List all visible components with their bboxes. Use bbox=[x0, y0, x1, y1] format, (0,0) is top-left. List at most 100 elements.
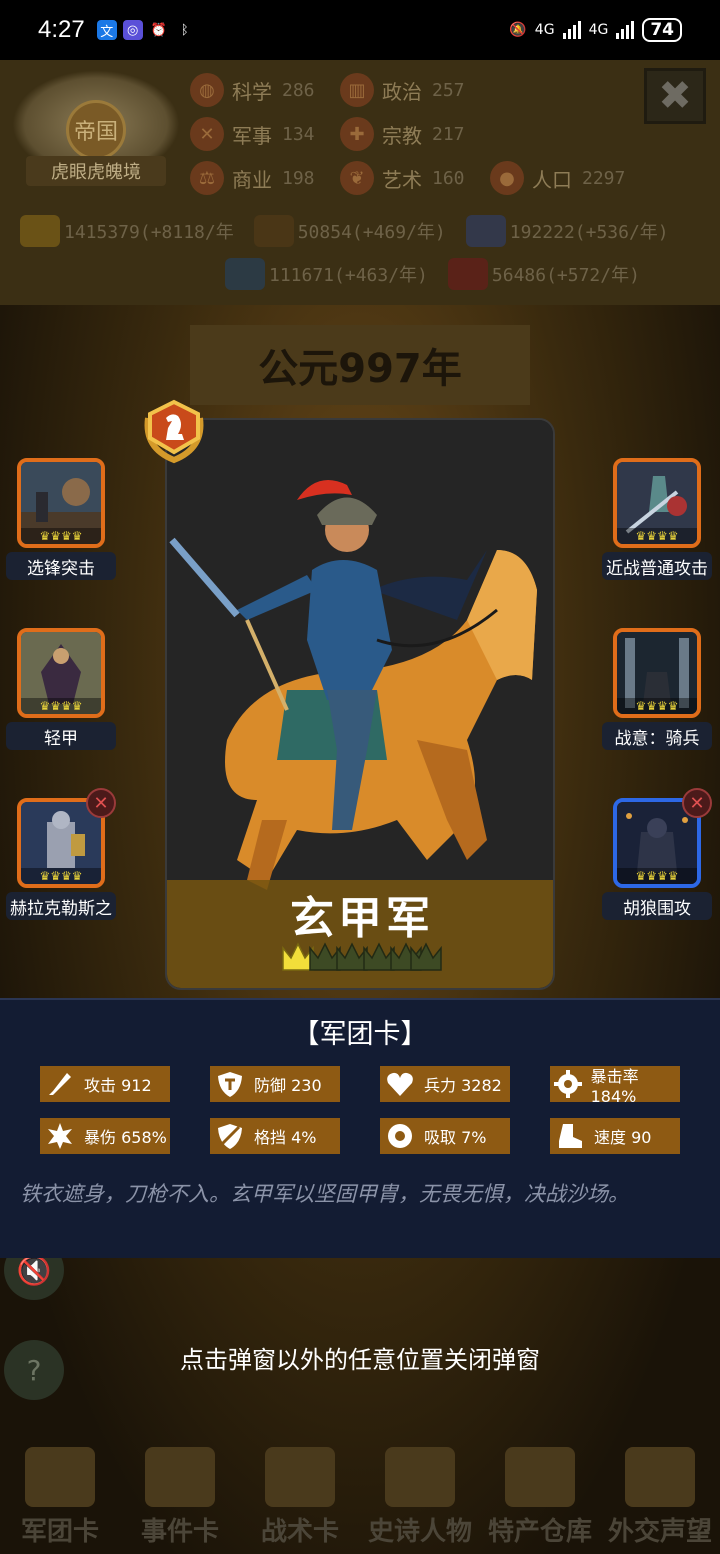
close-icon: ✕ bbox=[93, 792, 109, 814]
close-icon: ✖ bbox=[658, 73, 692, 119]
attr-defense: 防御 230 bbox=[210, 1066, 340, 1102]
battery-icon: 74 bbox=[642, 18, 682, 42]
remove-skill-button[interactable]: ✕ bbox=[682, 788, 712, 818]
app-icon: ◎ bbox=[122, 20, 143, 40]
translate-icon: 文 bbox=[96, 20, 117, 40]
attr-troops: 兵力 3282 bbox=[380, 1066, 510, 1102]
remove-skill-button[interactable]: ✕ bbox=[86, 788, 116, 818]
envelope-icon bbox=[625, 1447, 695, 1507]
planet-icon: ◍ bbox=[190, 73, 224, 107]
stat-religion: ✚ 宗教 217 bbox=[340, 117, 490, 151]
alarm-icon: ⏰ bbox=[150, 22, 167, 38]
chest-icon bbox=[505, 1447, 575, 1507]
helmet-icon bbox=[25, 1447, 95, 1507]
knight-chess-icon bbox=[144, 399, 204, 464]
close-button[interactable]: ✖ bbox=[644, 68, 706, 124]
crown-rating: ♛♛♛♛ bbox=[617, 528, 697, 544]
year-banner: 公元997年 bbox=[190, 325, 530, 405]
card-type-title: 【军团卡】 bbox=[292, 1019, 428, 1050]
skill-slot-right-1[interactable]: ♛♛♛♛ 近战普通攻击 bbox=[602, 458, 712, 580]
skill-label: 轻甲 bbox=[6, 722, 116, 750]
skill-label: 近战普通攻击 bbox=[602, 552, 712, 580]
close-icon: ✕ bbox=[689, 792, 705, 814]
crown-rating: ♛♛♛♛ bbox=[21, 868, 101, 884]
attr-attack: 攻击 912 bbox=[40, 1066, 170, 1102]
bottom-tab-bar: 军团卡 事件卡 战术卡 史诗人物 特产仓库 外交声望 bbox=[0, 1430, 720, 1554]
skill-slot-left-2[interactable]: ♛♛♛♛ 轻甲 bbox=[6, 628, 116, 750]
skill-slot-right-2[interactable]: ♛♛♛♛ 战意：骑兵 bbox=[602, 628, 712, 750]
tab-specialty-warehouse[interactable]: 特产仓库 bbox=[485, 1447, 595, 1548]
resource-meat: 56486(+572/年) bbox=[447, 258, 640, 290]
resource-gold: 1415379(+8118/年 bbox=[20, 215, 234, 247]
card-name: 玄甲军 bbox=[290, 893, 434, 944]
notification-icons: 文 ◎ ⏰ ᛒ bbox=[96, 20, 195, 40]
top-stats-bar: 帝国 虎眼虎魄境 ◍ 科学 286 ▥ 政治 257 ✕ 军事 134 ✚ 宗教 217 ⚖ 商业… bbox=[0, 60, 720, 305]
status-bar: 4:27 文 ◎ ⏰ ᛒ 🔕 4G 4G 74 bbox=[0, 0, 720, 60]
network-2-label: 4G bbox=[588, 22, 609, 38]
tab-tactic-cards[interactable]: 战术卡 bbox=[245, 1447, 355, 1548]
capitol-icon: ▥ bbox=[340, 73, 374, 107]
system-icons: 🔕 4G 4G 74 bbox=[509, 18, 682, 42]
skill-label: 胡狼围攻 bbox=[602, 892, 712, 920]
crown-rating: ♛♛♛♛ bbox=[617, 698, 697, 714]
close-popup-hint: 点击弹窗以外的任意位置关闭弹窗 bbox=[180, 1346, 540, 1374]
stat-science: ◍ 科学 286 bbox=[190, 73, 340, 107]
compass-icon bbox=[265, 1447, 335, 1507]
tab-event-cards[interactable]: 事件卡 bbox=[125, 1447, 235, 1548]
resource-row-2: 111671(+463/年) 56486(+572/年) bbox=[225, 258, 640, 290]
stat-art: ❦ 艺术 160 bbox=[340, 161, 490, 195]
attr-drain: 吸取 7% bbox=[380, 1118, 510, 1154]
tab-epic-figures[interactable]: 史诗人物 bbox=[365, 1447, 475, 1548]
mute-icon: 🔕 bbox=[509, 22, 527, 38]
realm-status: 虎眼虎魄境 bbox=[26, 156, 166, 186]
boot-icon bbox=[552, 1118, 588, 1154]
stats-grid: ◍ 科学 286 ▥ 政治 257 ✕ 军事 134 ✚ 宗教 217 ⚖ 商业 198 ❦ 艺术 16… bbox=[190, 68, 650, 200]
heart-icon bbox=[382, 1066, 418, 1102]
resource-wood: 50854(+469/年) bbox=[253, 215, 446, 247]
emblem-shield: 帝国 bbox=[66, 100, 126, 160]
burst-icon bbox=[42, 1118, 78, 1154]
shield-icon bbox=[212, 1066, 248, 1102]
block-icon bbox=[212, 1118, 248, 1154]
attr-block: 格挡 4% bbox=[210, 1118, 340, 1154]
skill-slot-right-3[interactable]: ♛♛♛♛ 胡狼围攻 ✕ bbox=[602, 788, 712, 920]
crit-icon bbox=[552, 1066, 585, 1102]
network-1-label: 4G bbox=[534, 22, 555, 38]
card-description: 铁衣遮身，刀枪不入。玄甲军以坚固甲胄，无畏无惧，决战沙场。 bbox=[20, 1182, 629, 1206]
meat-icon bbox=[447, 258, 488, 290]
person-icon: ● bbox=[490, 161, 524, 195]
skill-slot-left-1[interactable]: ♛♛♛♛ 选锋突击 bbox=[6, 458, 116, 580]
tab-diplomacy[interactable]: 外交声望 bbox=[605, 1447, 715, 1548]
resource-ore: 111671(+463/年) bbox=[225, 258, 428, 290]
crossed-swords-icon: ✕ bbox=[190, 117, 224, 151]
clock: 4:27 bbox=[38, 16, 85, 43]
stat-military: ✕ 军事 134 bbox=[190, 117, 340, 151]
crown-rating: ♛♛♛♛ bbox=[617, 868, 697, 884]
attr-speed: 速度 90 bbox=[550, 1118, 680, 1154]
attr-crit-damage: 暴伤 658% bbox=[40, 1118, 170, 1154]
gold-icon bbox=[20, 215, 60, 247]
skill-slot-left-3[interactable]: ♛♛♛♛ 赫拉克勒斯之 ✕ bbox=[6, 788, 116, 920]
legion-card: 玄甲军 bbox=[165, 418, 555, 990]
crown-rating: ♛♛♛♛ bbox=[21, 528, 101, 544]
crown-rating: ♛♛♛♛ bbox=[21, 698, 101, 714]
skill-label: 选锋突击 bbox=[6, 552, 116, 580]
ore-icon bbox=[225, 258, 265, 290]
skill-label: 赫拉克勒斯之 bbox=[6, 892, 116, 920]
realm-emblem[interactable]: 帝国 虎眼虎魄境 bbox=[12, 70, 180, 186]
resource-feather: 192222(+536/年) bbox=[465, 215, 669, 247]
tab-legion-cards[interactable]: 军团卡 bbox=[5, 1447, 115, 1548]
signal-2-icon bbox=[616, 21, 635, 39]
bluetooth-icon: ᛒ bbox=[180, 22, 189, 38]
resource-row-1: 1415379(+8118/年 50854(+469/年) 192222(+53… bbox=[20, 215, 669, 247]
feather-icon bbox=[465, 215, 506, 247]
skill-label: 战意：骑兵 bbox=[602, 722, 712, 750]
stat-commerce: ⚖ 商业 198 bbox=[190, 161, 340, 195]
lotus-icon: ❦ bbox=[340, 161, 374, 195]
stat-population: ● 人口 2297 bbox=[490, 161, 640, 195]
stat-politics: ▥ 政治 257 bbox=[340, 73, 490, 107]
cross-icon: ✚ bbox=[340, 117, 374, 151]
crown-icon bbox=[385, 1447, 455, 1507]
signal-1-icon bbox=[562, 21, 581, 39]
scales-icon: ⚖ bbox=[190, 161, 224, 195]
